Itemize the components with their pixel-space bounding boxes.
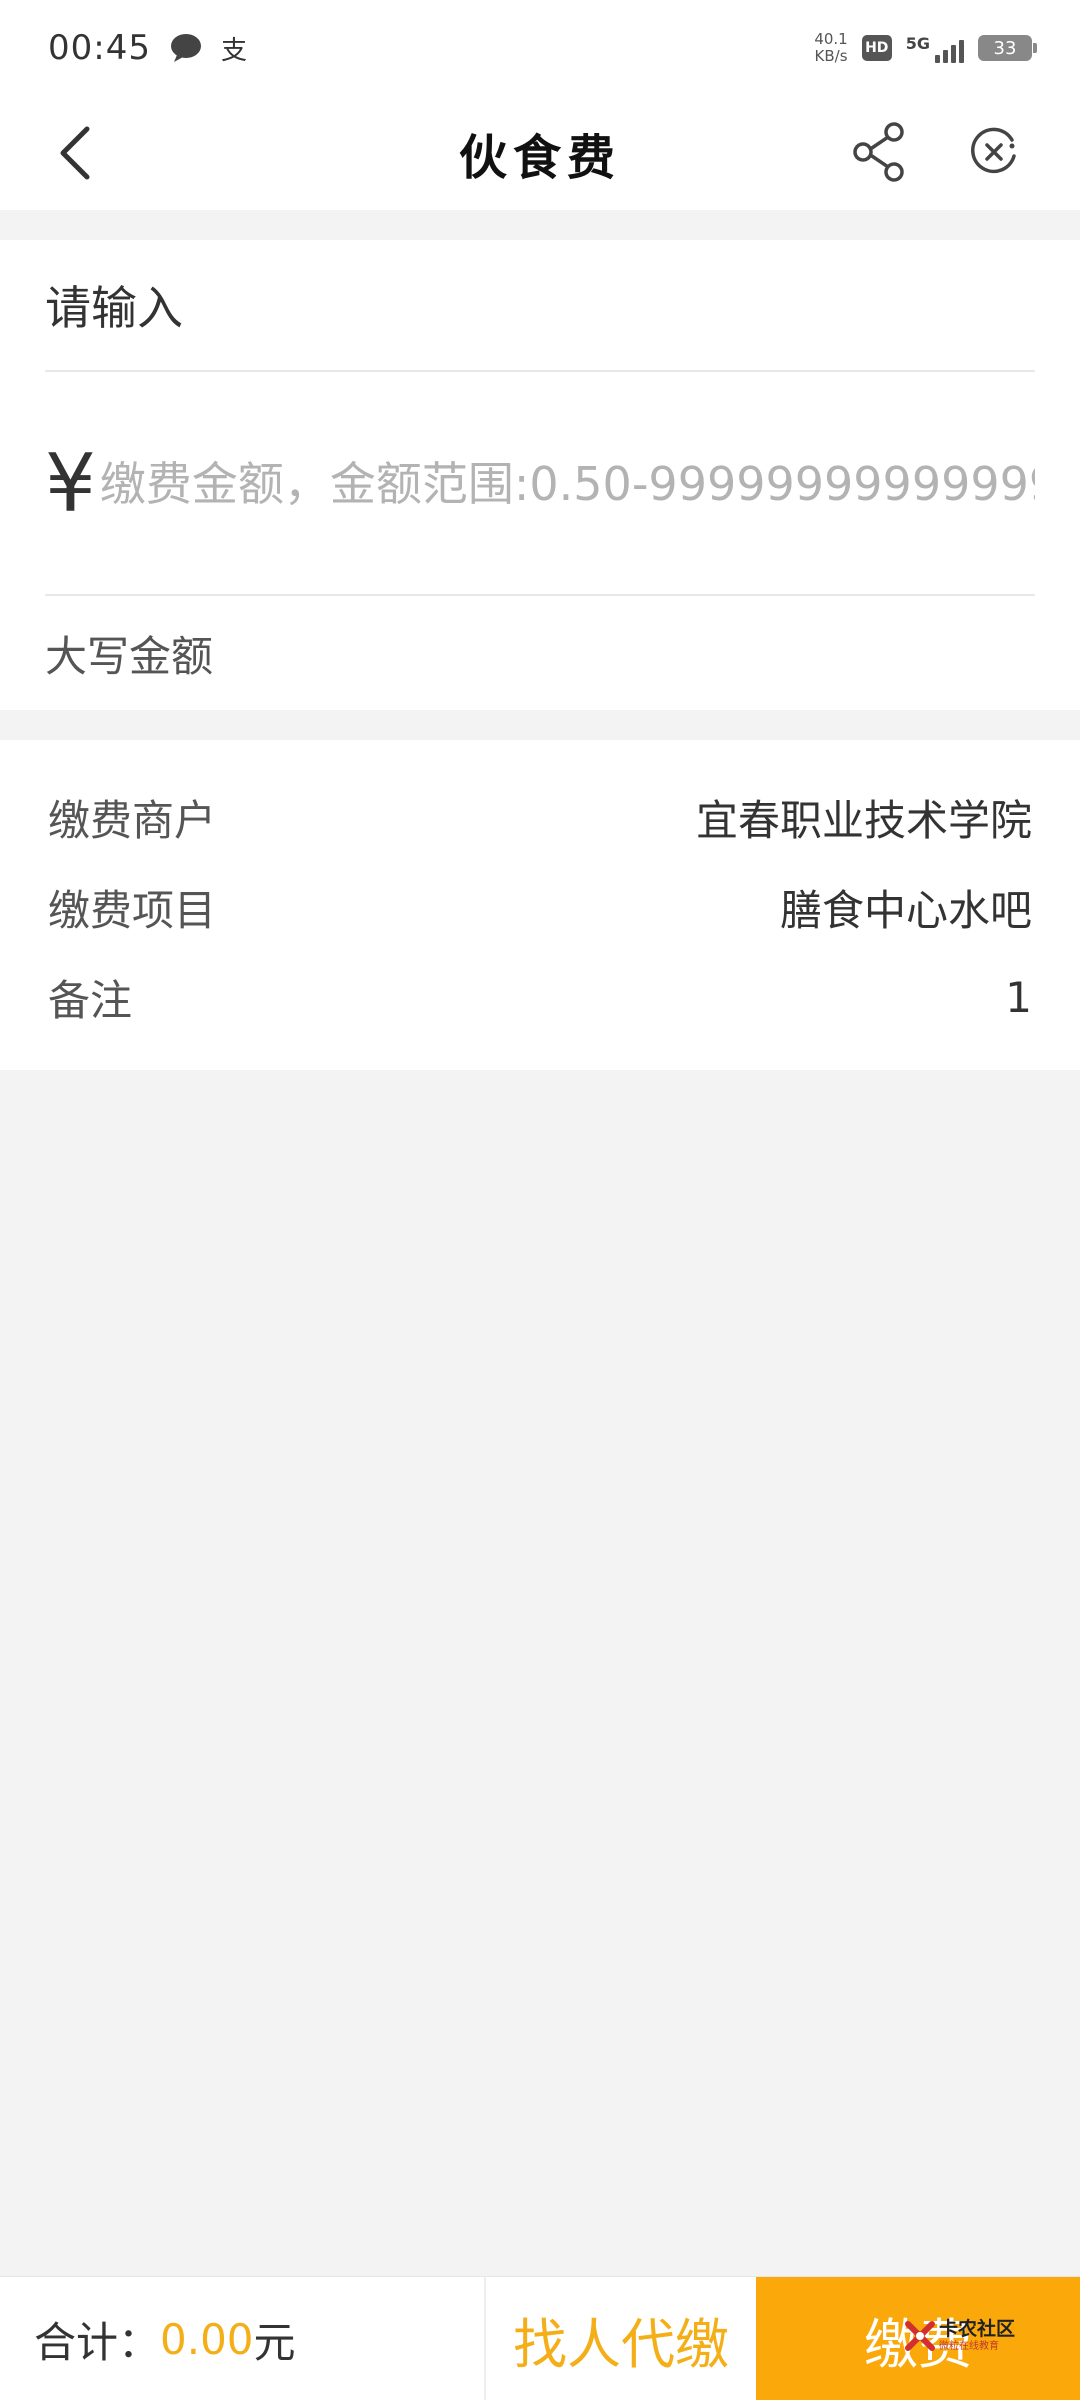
bottom-bar: 合计： 0.00 元 找人代缴 缴费 — [0, 2276, 1080, 2400]
page-title: 伙食费 — [458, 130, 621, 186]
status-left: 00:45 支 — [48, 28, 247, 68]
input-prompt-label: 请输入 — [45, 240, 1035, 372]
currency-symbol: ¥ — [45, 437, 96, 530]
amount-form: 请输入 ¥ 大写金额 — [0, 240, 1080, 710]
info-label: 缴费商户 — [48, 795, 217, 845]
alipay-notification-icon: 支 — [220, 35, 247, 66]
total-label: 合计： — [34, 2317, 161, 2367]
total-unit: 元 — [253, 2317, 296, 2367]
network-speed: 40.1 KB/s — [814, 31, 847, 65]
info-value: 宜春职业技术学院 — [695, 795, 1032, 845]
share-button[interactable] — [844, 116, 916, 188]
info-label: 备注 — [48, 975, 133, 1025]
status-bar: 00:45 支 40.1 KB/s HD 5G 33 — [0, 0, 1080, 96]
payment-info: 缴费商户 宜春职业技术学院 缴费项目 膳食中心水吧 备注 1 — [0, 740, 1080, 1070]
amount-row: ¥ — [45, 374, 1035, 596]
back-button[interactable] — [40, 118, 110, 188]
status-right: 40.1 KB/s HD 5G 33 — [814, 31, 1037, 65]
info-value: 膳食中心水吧 — [779, 885, 1032, 935]
status-time: 00:45 — [48, 28, 151, 68]
network-speed-unit: KB/s — [814, 47, 848, 65]
close-button[interactable] — [958, 116, 1030, 188]
network-speed-value: 40.1 — [814, 30, 848, 48]
share-icon — [853, 122, 904, 182]
amount-input[interactable] — [99, 444, 1035, 524]
total-summary: 合计： 0.00 元 — [0, 2277, 486, 2400]
battery-icon: 33 — [978, 35, 1037, 61]
info-value: 1 — [1005, 972, 1032, 1022]
pay-button[interactable]: 缴费 — [756, 2277, 1080, 2400]
chevron-left-icon — [60, 126, 90, 180]
info-row-remark: 备注 1 — [48, 952, 1032, 1042]
info-label: 缴费项目 — [48, 885, 217, 935]
total-amount: 0.00 — [160, 2314, 254, 2364]
proxy-pay-button[interactable]: 找人代缴 — [486, 2277, 756, 2400]
info-row-merchant: 缴费商户 宜春职业技术学院 — [48, 772, 1032, 862]
payment-page: 00:45 支 40.1 KB/s HD 5G 33 伙食费 请输入 ¥ 缴费金… — [0, 0, 1080, 2400]
capital-amount-label: 大写金额 — [45, 631, 214, 681]
info-row-item: 缴费项目 膳食中心水吧 — [48, 862, 1032, 952]
title-bar: 伙食费 — [0, 96, 1080, 210]
chat-bubble-icon — [170, 34, 201, 62]
signal-strength-icon: 5G — [906, 33, 964, 63]
close-circle-icon — [971, 127, 1016, 174]
hd-badge: HD — [861, 35, 892, 61]
network-type-label: 5G — [905, 34, 930, 53]
